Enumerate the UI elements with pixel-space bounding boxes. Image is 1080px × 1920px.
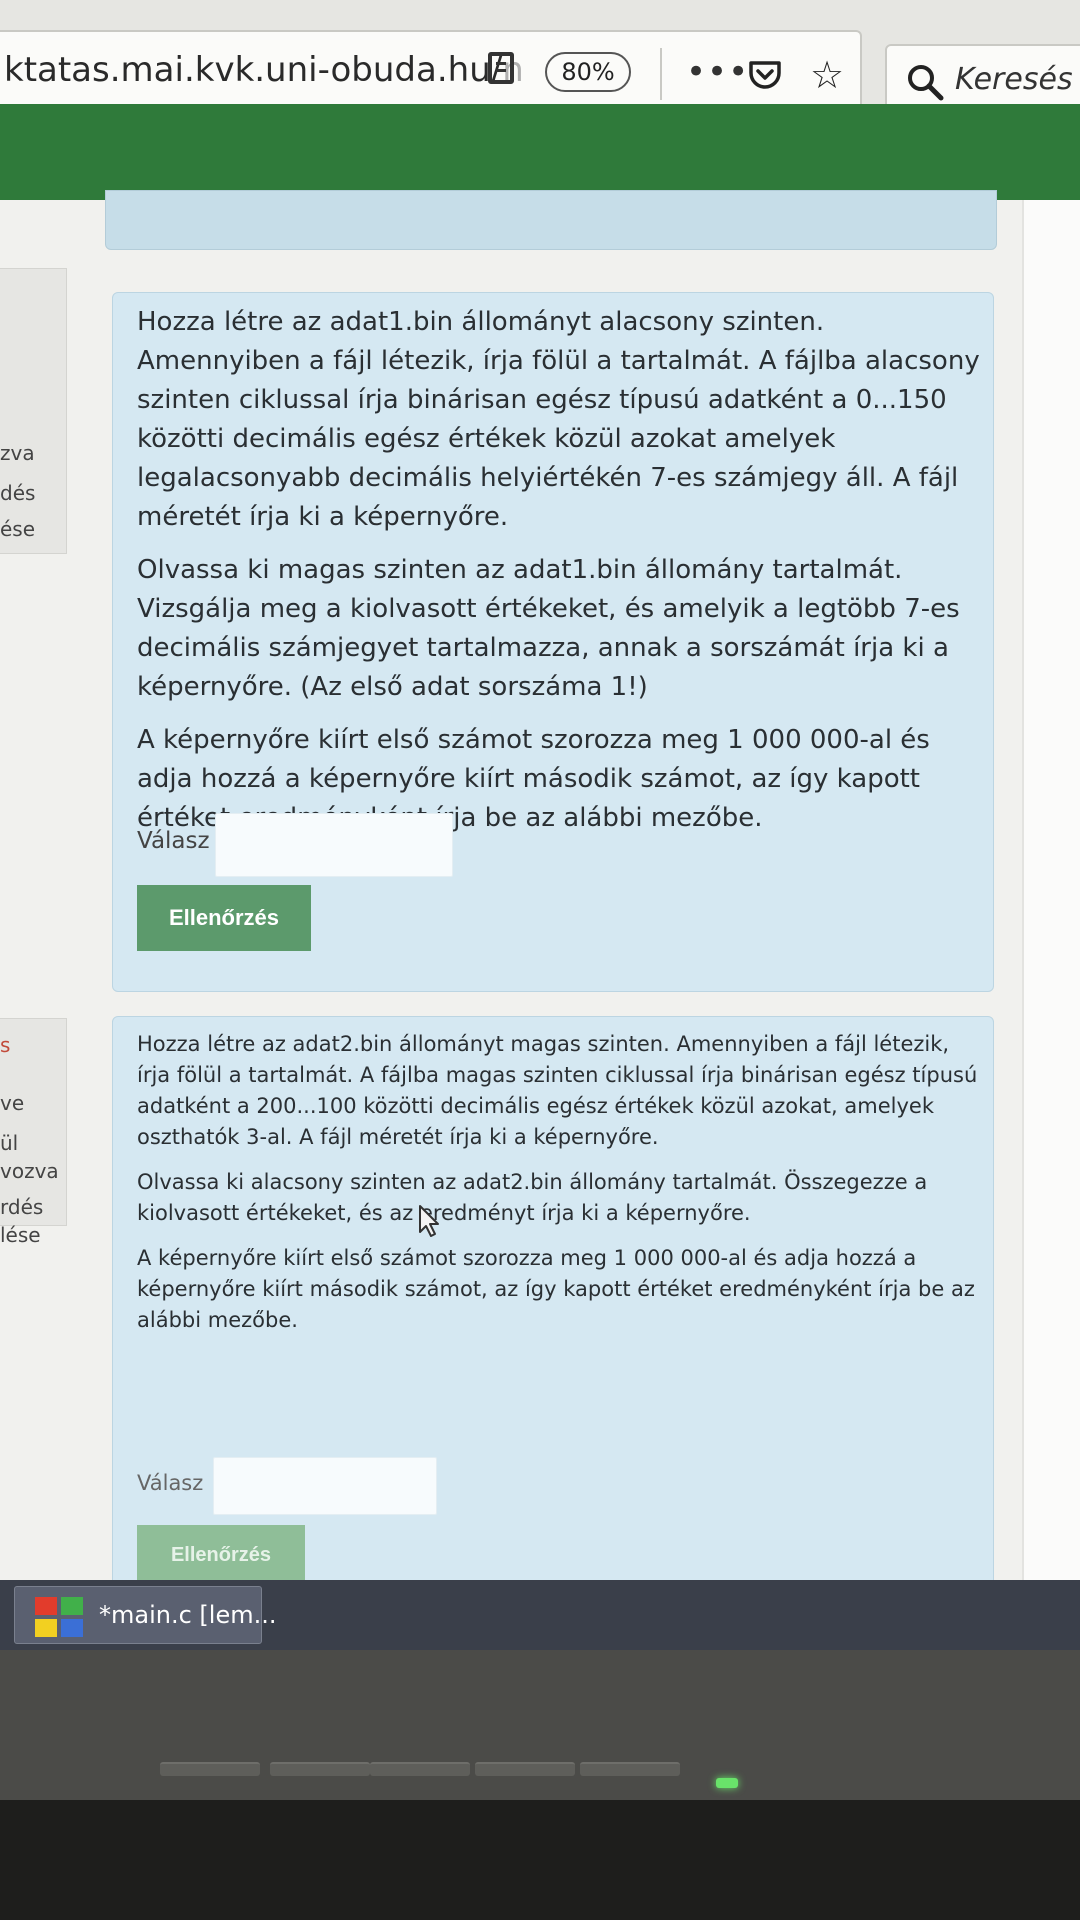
nav-label: lése (0, 1223, 41, 1247)
monitor-stand-shadow (0, 1800, 1080, 1920)
question-paragraph: Hozza létre az adat2.bin állományt magas… (137, 1032, 978, 1149)
more-actions-icon[interactable]: ••• (686, 52, 749, 92)
monitor-button (475, 1762, 575, 1776)
nav-label: s (0, 1033, 11, 1057)
taskbar-item[interactable]: *main.c [lem... (14, 1586, 276, 1644)
question-paragraph: A képernyőre kiírt első számot szorozza … (137, 1246, 975, 1332)
question-card: Hozza létre az adat1.bin állományt alacs… (112, 292, 994, 992)
monitor-button (580, 1762, 680, 1776)
question-paragraph: Hozza létre az adat1.bin állományt alacs… (137, 307, 980, 532)
question-card: Hozza létre az adat2.bin állományt magas… (112, 1016, 994, 1598)
quiz-navigation-panel: s ve ül vozva rdés lése (0, 1018, 67, 1247)
url-text: ktatas.mai.kvk.uni-obuda.hu/n (4, 50, 524, 90)
monitor-button (270, 1762, 370, 1776)
answer-label: Válasz (137, 1471, 204, 1495)
mouse-cursor-icon (419, 1205, 439, 1237)
question-text: Hozza létre az adat1.bin állományt alacs… (137, 303, 987, 852)
question-text: Hozza létre az adat2.bin állományt magas… (137, 1029, 987, 1350)
monitor-button (160, 1762, 260, 1776)
answer-label: Válasz (137, 828, 210, 854)
nav-label: dés (0, 481, 36, 505)
nav-label: vozva (0, 1159, 59, 1183)
previous-question-card-bottom (105, 190, 997, 250)
answer-input[interactable] (213, 1457, 437, 1515)
nav-label: ése (0, 517, 36, 541)
nav-label: zva (0, 441, 35, 465)
check-button[interactable]: Ellenőrzés (137, 1525, 305, 1585)
toolbar-divider (660, 48, 662, 100)
codeblocks-icon (35, 1597, 83, 1637)
power-led (716, 1778, 738, 1788)
windows-taskbar: *main.c [lem... (0, 1580, 1080, 1650)
monitor-button (370, 1762, 470, 1776)
taskbar-item-label: *main.c [lem... (99, 1601, 277, 1629)
zoom-level-indicator[interactable]: 80% (545, 52, 631, 92)
search-placeholder: Keresés (955, 62, 1073, 97)
bookmark-star-icon[interactable]: ☆ (810, 56, 844, 94)
search-icon (908, 65, 944, 101)
check-button[interactable]: Ellenőrzés (137, 885, 311, 951)
quiz-navigation-panel: zva dés ése (0, 268, 67, 554)
question-paragraph: Olvassa ki magas szinten az adat1.bin ál… (137, 555, 960, 702)
question-paragraph: Olvassa ki alacsony szinten az adat2.bin… (137, 1170, 928, 1225)
nav-label: ül (0, 1131, 19, 1155)
pocket-icon[interactable] (748, 60, 782, 90)
browser-toolbar: ktatas.mai.kvk.uni-obuda.hu/n 80% ••• ☆ … (0, 0, 1080, 124)
nav-label: rdés (0, 1195, 44, 1219)
answer-input[interactable] (215, 813, 453, 877)
page-right-gutter (1022, 200, 1080, 1595)
reader-view-icon[interactable] (488, 52, 514, 84)
nav-label: ve (0, 1091, 25, 1115)
